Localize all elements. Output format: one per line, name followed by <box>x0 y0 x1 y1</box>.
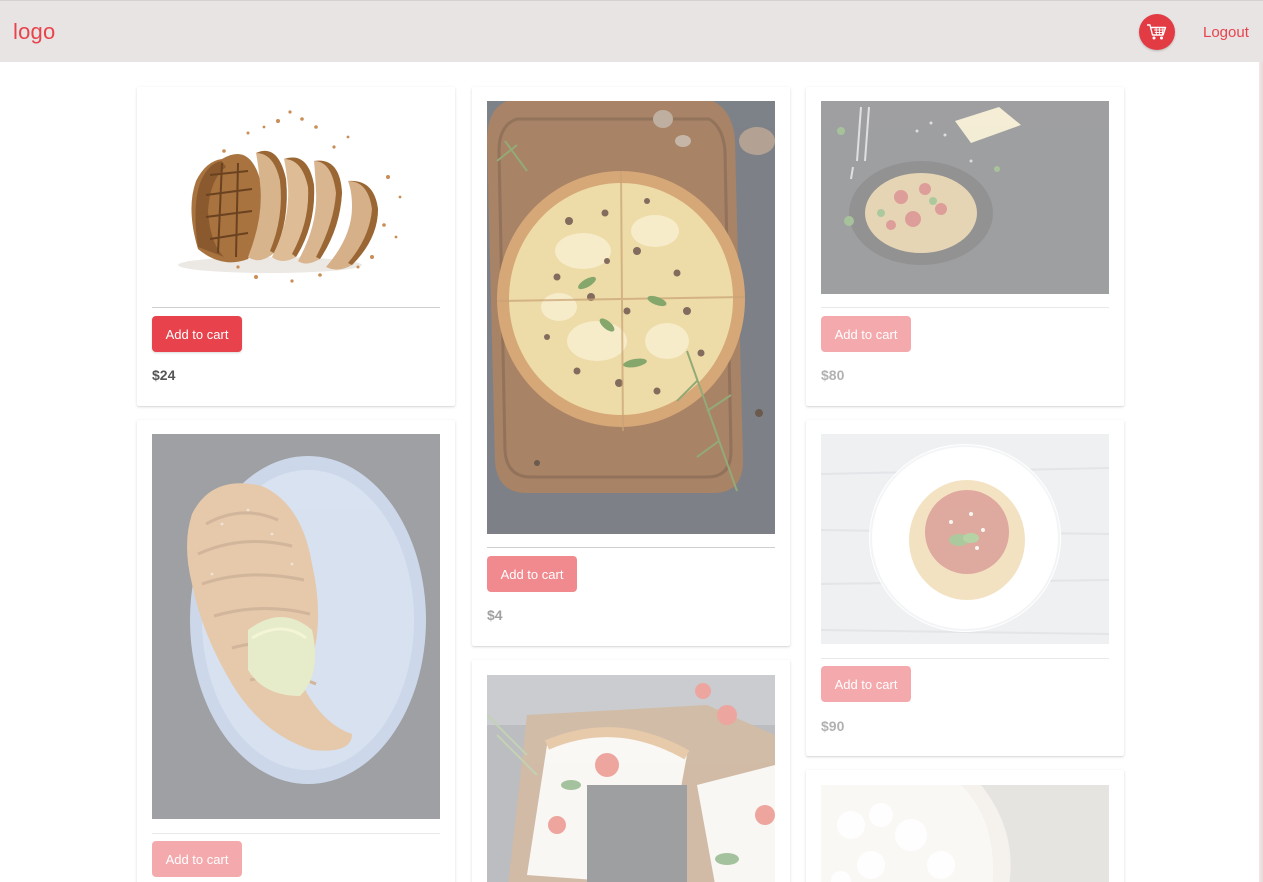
cart-button[interactable] <box>1139 14 1175 50</box>
product-price: $90 <box>821 718 845 734</box>
card-divider <box>821 658 1109 659</box>
page: logo Logout Add to cart $24 Add to cart … <box>0 0 1263 882</box>
product-card-pizza-margherita <box>472 660 790 882</box>
product-card-spaghetti-plate: Add to cart $90 <box>806 420 1124 756</box>
product-image-pizza-margherita <box>487 675 775 882</box>
shopping-cart-icon <box>1147 24 1167 40</box>
product-image-spaghetti-dark <box>821 101 1109 294</box>
product-card-croissant: Add to cart <box>137 420 455 882</box>
card-divider <box>487 547 775 548</box>
product-card-pizza-mushroom: Add to cart $4 <box>472 87 790 646</box>
logout-link[interactable]: Logout <box>1203 24 1249 41</box>
product-card-spaghetti-dark: Add to cart $80 <box>806 87 1124 406</box>
product-image-cream <box>821 785 1109 882</box>
add-to-cart-button[interactable]: Add to cart <box>821 316 911 352</box>
add-to-cart-button[interactable]: Add to cart <box>487 556 577 592</box>
product-image-spaghetti-plate <box>821 434 1109 644</box>
product-price: $4 <box>487 607 503 623</box>
product-image-bread <box>152 97 440 293</box>
card-divider <box>821 307 1109 308</box>
top-bar: logo Logout <box>0 0 1263 62</box>
product-image-pizza-mushroom <box>487 101 775 534</box>
product-price: $80 <box>821 367 845 383</box>
logo[interactable]: logo <box>13 19 55 45</box>
product-image-croissant <box>152 434 440 819</box>
card-divider <box>152 833 440 834</box>
add-to-cart-button[interactable]: Add to cart <box>152 841 242 877</box>
product-card-cream <box>806 770 1124 882</box>
scrollbar-track[interactable] <box>1259 62 1263 882</box>
product-card-bread: Add to cart $24 <box>137 87 455 406</box>
card-divider <box>152 307 440 308</box>
add-to-cart-button[interactable]: Add to cart <box>821 666 911 702</box>
product-price: $24 <box>152 367 176 383</box>
add-to-cart-button[interactable]: Add to cart <box>152 316 242 352</box>
